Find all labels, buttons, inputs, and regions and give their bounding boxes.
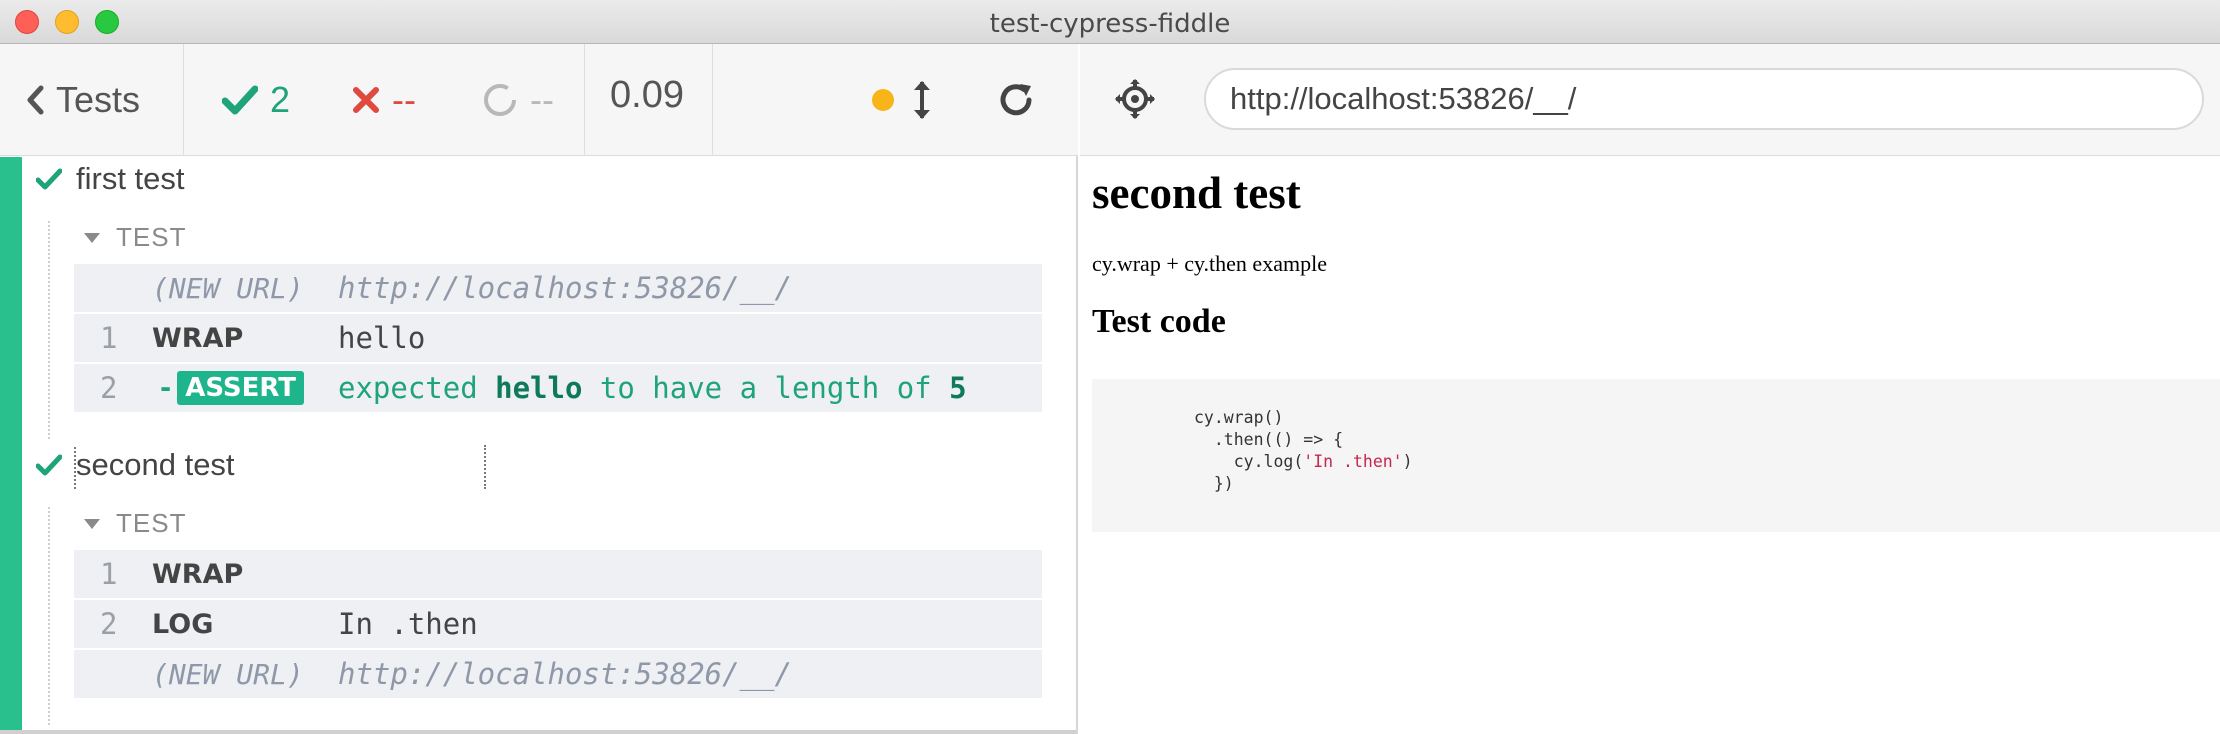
command-name: (NEW URL) xyxy=(152,271,304,305)
assert-dash: - xyxy=(160,372,172,404)
command-row[interactable]: 1 WRAP xyxy=(74,550,1042,600)
assert-value: 5 xyxy=(949,371,967,405)
hook-label: TEST xyxy=(116,508,187,538)
hover-outline-right xyxy=(484,445,486,489)
code-block: cy.wrap() .then(() => { cy.log('In .then… xyxy=(1092,379,2220,532)
code-heading: Test code xyxy=(1092,303,1226,340)
reporter-bottom-border xyxy=(0,730,1076,734)
command-name: WRAP xyxy=(152,322,244,354)
toolbar-divider xyxy=(584,44,585,156)
failed-count: -- xyxy=(352,76,416,124)
command-row-assert[interactable]: 2 - ASSERT expected hello to have a leng… xyxy=(74,364,1042,414)
code-line: }) xyxy=(1194,474,1234,493)
reporter-toolbar: Tests 2 -- -- 0.09 xyxy=(0,44,1078,156)
aut-iframe: second test cy.wrap + cy.then example Te… xyxy=(1080,157,2220,734)
command-number: 2 xyxy=(100,371,118,405)
failed-count-value: -- xyxy=(392,79,416,120)
assert-badge: ASSERT xyxy=(177,371,304,405)
app-under-test-panel: http://localhost:53826/__/ second test c… xyxy=(1080,44,2220,734)
command-number: 1 xyxy=(100,557,118,591)
test-item-second[interactable]: second test xyxy=(36,447,235,483)
command-message: hello xyxy=(338,321,426,355)
command-row[interactable]: (NEW URL) http://localhost:53826/__/ xyxy=(74,650,1042,700)
duration: 0.09 xyxy=(610,74,684,116)
x-icon xyxy=(353,87,379,113)
test-item-first[interactable]: first test xyxy=(36,161,185,197)
code-line: cy.log( xyxy=(1194,452,1304,471)
spinner-icon xyxy=(484,84,516,116)
indent-guide xyxy=(48,221,50,439)
assert-text: to have a length of xyxy=(582,371,950,405)
check-icon xyxy=(222,85,258,115)
window-titlebar: test-cypress-fiddle xyxy=(0,0,2220,44)
code-line: cy.wrap() xyxy=(1194,408,1284,427)
command-number: 2 xyxy=(100,607,118,641)
toolbar-divider xyxy=(183,44,184,156)
code-line: .then(() => { xyxy=(1194,430,1344,449)
url-bar[interactable]: http://localhost:53826/__/ xyxy=(1204,68,2204,130)
code-string: 'In .then' xyxy=(1303,452,1403,471)
pending-count-value: -- xyxy=(530,79,554,120)
test-title: first test xyxy=(76,161,185,196)
reload-icon[interactable] xyxy=(996,80,1036,120)
test-title: second test xyxy=(76,447,235,482)
reporter-panel: Tests 2 -- -- 0.09 first test TEST (NEW … xyxy=(0,44,1078,734)
passed-count: 2 xyxy=(222,76,290,124)
assert-label: - ASSERT xyxy=(160,371,304,405)
command-message: http://localhost:53826/__/ xyxy=(338,271,792,305)
tests-button-label: Tests xyxy=(56,79,141,120)
assert-text: expected xyxy=(338,371,496,405)
command-message: expected hello to have a length of 5 xyxy=(338,371,967,405)
check-icon xyxy=(36,454,62,476)
page-heading: second test xyxy=(1092,168,1301,218)
tests-button[interactable]: Tests xyxy=(26,76,140,124)
running-indicator-icon xyxy=(872,89,894,111)
command-row[interactable]: 1 WRAP hello xyxy=(74,314,1042,364)
suite-status-bar xyxy=(0,157,22,730)
pending-count: -- xyxy=(482,76,554,124)
passed-count-value: 2 xyxy=(270,79,291,120)
toolbar-divider xyxy=(712,44,713,156)
auto-scroll-icon[interactable] xyxy=(910,78,934,122)
aut-header: http://localhost:53826/__/ xyxy=(1080,44,2220,156)
selector-playground-icon[interactable] xyxy=(1114,78,1156,120)
command-name: WRAP xyxy=(152,558,244,590)
hook-header[interactable]: TEST xyxy=(84,222,186,253)
code-line: ) xyxy=(1402,452,1413,471)
page-description: cy.wrap + cy.then example xyxy=(1092,251,1327,276)
command-message: In .then xyxy=(338,607,478,641)
runnables-list: first test TEST (NEW URL) http://localho… xyxy=(0,157,1076,734)
hook-header[interactable]: TEST xyxy=(84,508,186,539)
caret-down-icon xyxy=(84,518,100,529)
command-name: LOG xyxy=(152,608,214,640)
code-text: cy.wrap() .then(() => { cy.log('In .then… xyxy=(1194,407,1413,495)
command-row[interactable]: 2 LOG In .then xyxy=(74,600,1042,650)
hook-label: TEST xyxy=(116,222,187,252)
command-message: http://localhost:53826/__/ xyxy=(338,657,792,691)
check-icon xyxy=(36,168,62,190)
hover-outline-left xyxy=(74,447,76,489)
command-row[interactable]: (NEW URL) http://localhost:53826/__/ xyxy=(74,264,1042,314)
assert-value: hello xyxy=(495,371,583,405)
indent-guide xyxy=(48,507,50,725)
command-name: (NEW URL) xyxy=(152,657,304,691)
chevron-left-icon xyxy=(27,85,44,115)
command-number: 1 xyxy=(100,321,118,355)
caret-down-icon xyxy=(84,232,100,243)
window-title: test-cypress-fiddle xyxy=(989,9,1231,39)
